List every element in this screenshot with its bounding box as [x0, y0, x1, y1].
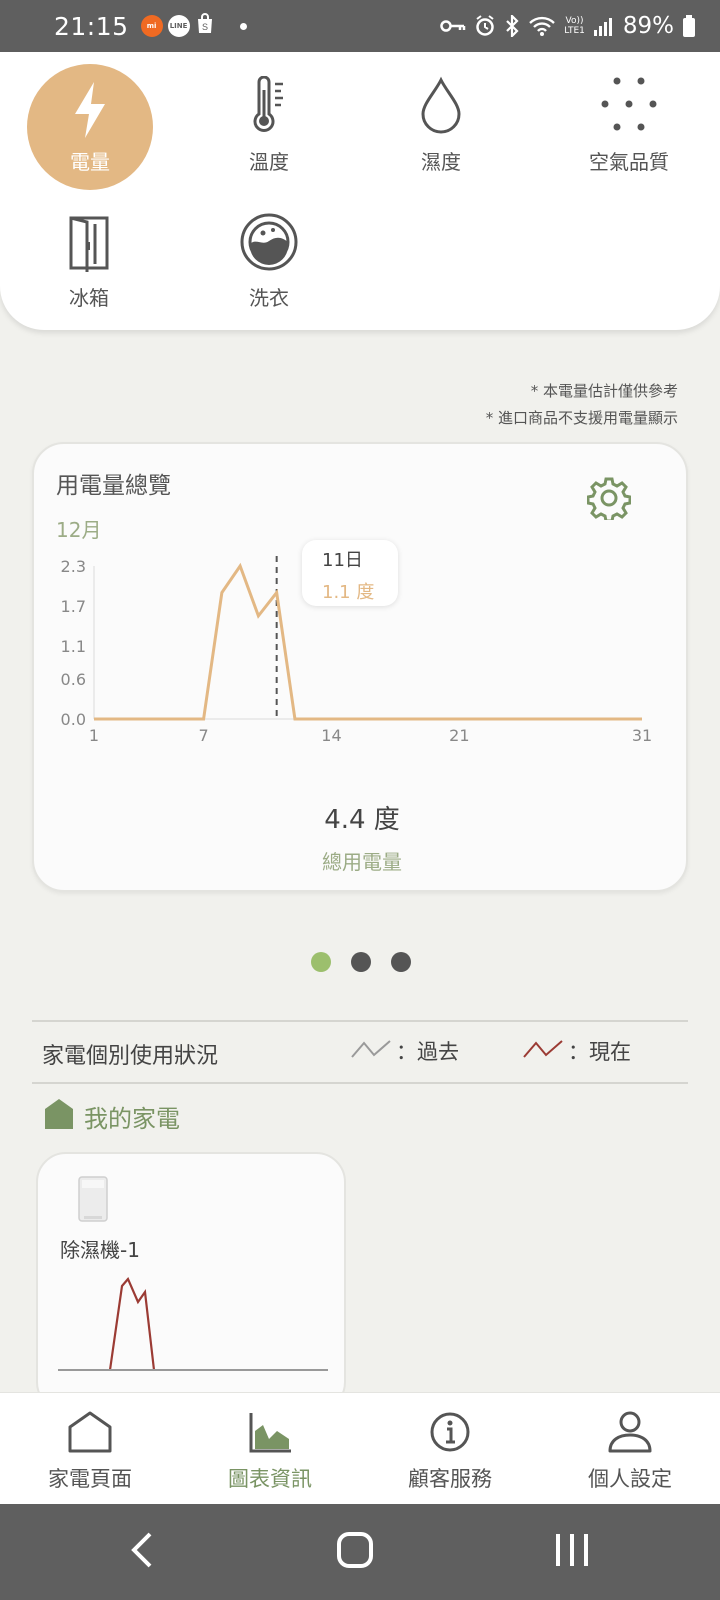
volte-icon: Vo)) LTE1	[564, 16, 585, 36]
app-root: 21:15 mi LINE S Vo)) LTE1 89% 電量 溫度 濕度 空…	[0, 0, 720, 1600]
washer-icon	[239, 212, 299, 276]
status-notification-icons: mi LINE S	[140, 12, 247, 40]
droplet-icon	[421, 76, 461, 140]
nav-customer-service[interactable]: 顧客服務	[360, 1393, 540, 1504]
note-line: * 進口商品不支援用電量顯示	[485, 409, 678, 427]
usage-overview-card[interactable]: 用電量總覽 12月 0.0 0.6 1.1 1.7 2.3 1 7 14 21 31 11日 1.…	[32, 442, 688, 892]
pager-dots	[0, 952, 720, 972]
dehumidifier-icon	[78, 1176, 108, 1226]
nav-appliances[interactable]: 家電頁面	[0, 1393, 180, 1504]
section-divider-top	[32, 1020, 688, 1022]
pager-dot-1[interactable]	[311, 952, 331, 972]
x-tick-label: 21	[449, 726, 469, 745]
legend-past: ：過去	[350, 1036, 459, 1066]
nav-label: 個人設定	[588, 1467, 672, 1491]
status-bar: 21:15 mi LINE S Vo)) LTE1 89%	[0, 0, 720, 52]
x-tick-label: 1	[89, 726, 99, 745]
user-icon	[607, 1411, 653, 1457]
fridge-icon	[67, 212, 111, 276]
category-label: 電量	[70, 149, 110, 174]
signal-icon	[593, 16, 613, 36]
tooltip-value: 1.1 度	[322, 582, 375, 603]
pager-dot-2[interactable]	[351, 952, 371, 972]
thermometer-icon	[249, 75, 289, 140]
home-filled-icon	[44, 1098, 74, 1134]
nav-label: 顧客服務	[408, 1467, 492, 1491]
y-tick-label: 1.1	[61, 637, 86, 656]
y-tick-label: 2.3	[61, 557, 86, 576]
now-line-icon	[522, 1037, 564, 1066]
key-icon	[440, 19, 466, 33]
category-electricity[interactable]: 電量	[27, 64, 153, 190]
bottom-navigation: 家電頁面 圖表資訊 顧客服務 個人設定	[0, 1392, 720, 1504]
category-label: 空氣品質	[589, 150, 669, 174]
shopping-bag-icon: S	[195, 12, 215, 40]
lightning-icon	[70, 80, 110, 144]
legend-past-label: ：過去	[396, 1040, 459, 1064]
my-appliances-header: 我的家電	[44, 1098, 180, 1134]
category-label: 溫度	[249, 150, 289, 174]
category-air-quality[interactable]: 空氣品質	[554, 76, 704, 175]
bluetooth-icon	[504, 15, 520, 37]
x-tick-label: 7	[199, 726, 209, 745]
info-icon	[429, 1411, 471, 1457]
section-divider-bottom	[32, 1082, 688, 1084]
section-title: 家電個別使用狀況	[42, 1044, 219, 1069]
category-humidity[interactable]: 濕度	[366, 76, 516, 175]
nav-profile-settings[interactable]: 個人設定	[540, 1393, 720, 1504]
my-appliances-title: 我的家電	[84, 1104, 180, 1133]
appliance-name: 除濕機-1	[60, 1238, 140, 1262]
category-label: 洗衣	[249, 286, 289, 310]
category-laundry[interactable]: 洗衣	[194, 212, 344, 311]
appliance-card[interactable]: 除濕機-1	[36, 1152, 346, 1412]
category-temperature[interactable]: 溫度	[194, 75, 344, 175]
tooltip-day: 11日	[322, 550, 363, 571]
category-panel: 電量 溫度 濕度 空氣品質 冰箱 洗衣	[0, 52, 720, 330]
home-button-icon[interactable]	[335, 1530, 375, 1574]
category-label: 濕度	[421, 150, 461, 174]
usage-line-chart[interactable]: 0.0 0.6 1.1 1.7 2.3 1 7 14 21 31	[34, 444, 690, 774]
mi-app-icon: mi	[140, 15, 163, 37]
nav-charts[interactable]: 圖表資訊	[180, 1393, 360, 1504]
wifi-icon	[528, 15, 556, 37]
area-chart-icon	[247, 1411, 293, 1457]
system-navigation-bar	[0, 1504, 720, 1600]
notification-more-dot	[239, 22, 247, 30]
line-app-icon: LINE	[167, 15, 190, 37]
recent-apps-icon[interactable]	[552, 1530, 592, 1574]
legend-now: ：現在	[522, 1036, 631, 1066]
nav-label: 圖表資訊	[228, 1467, 312, 1491]
category-label: 冰箱	[69, 286, 109, 310]
air-quality-icon	[599, 76, 659, 140]
battery-percent: 89%	[622, 13, 674, 39]
y-tick-label: 0.0	[61, 710, 86, 729]
chart-tooltip: 11日 1.1 度	[302, 540, 398, 606]
note-line: * 本電量估計僅供參考	[530, 382, 678, 400]
x-tick-label: 14	[321, 726, 341, 745]
status-system-icons: Vo)) LTE1 89%	[440, 13, 696, 39]
estimate-notes: * 本電量估計僅供參考 * 進口商品不支援用電量顯示	[486, 378, 678, 432]
legend-now-label: ：現在	[568, 1040, 631, 1064]
total-usage-value: 4.4 度	[324, 805, 400, 835]
x-tick-label: 31	[632, 726, 652, 745]
status-time: 21:15	[54, 11, 129, 41]
nav-label: 家電頁面	[48, 1467, 132, 1491]
past-line-icon	[350, 1037, 392, 1066]
category-fridge[interactable]: 冰箱	[14, 212, 164, 311]
house-icon	[67, 1411, 113, 1457]
pager-dot-3[interactable]	[391, 952, 411, 972]
alarm-icon	[474, 15, 496, 37]
battery-icon	[682, 15, 696, 37]
total-usage-label: 總用電量	[322, 850, 402, 874]
y-tick-label: 1.7	[61, 597, 86, 616]
back-icon[interactable]	[128, 1530, 158, 1574]
appliance-sparkline	[58, 1276, 328, 1371]
y-tick-label: 0.6	[61, 670, 86, 689]
svg-text:S: S	[202, 22, 208, 32]
